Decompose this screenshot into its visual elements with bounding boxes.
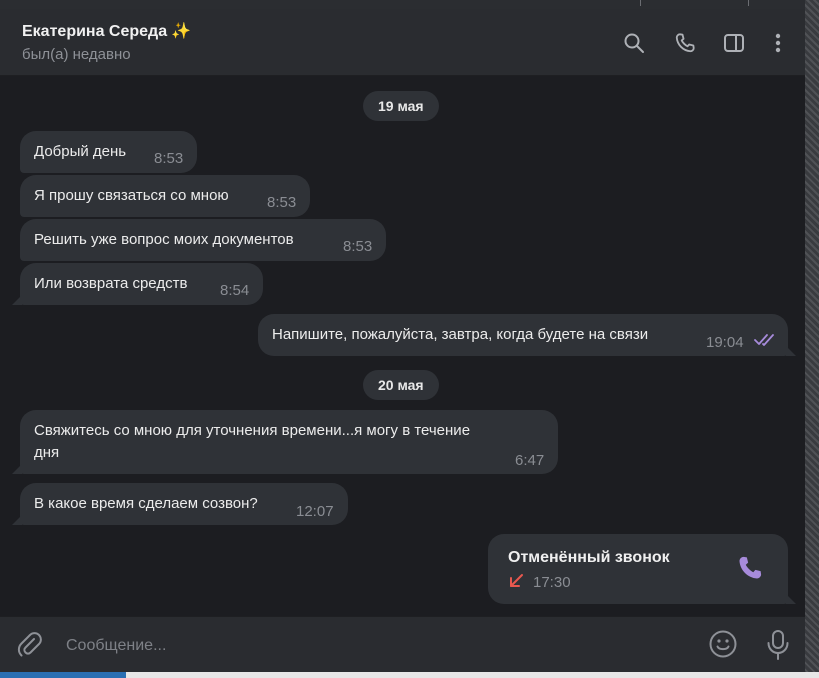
message-text: Добрый день (34, 143, 127, 160)
emoji-button[interactable] (708, 629, 738, 659)
message-text-line: Свяжитесь со мною для уточнения времени.… (34, 422, 471, 439)
message-time: 19:04 (706, 334, 744, 351)
missed-call-arrow-icon (510, 574, 523, 587)
taskbar-highlight (0, 672, 126, 678)
cancelled-call-card[interactable]: Отменённый звонок 17:30 (488, 534, 788, 604)
last-seen-status: был(а) недавно (22, 46, 131, 63)
message-composer (0, 616, 805, 673)
message-time: 6:47 (515, 452, 545, 469)
window-top-edge (0, 0, 805, 9)
message-list[interactable]: 19 мая Добрый день 8:53 Я прошу связатьс… (0, 76, 805, 616)
bubble-tail (12, 515, 22, 525)
message-text: Я прошу связаться со мною (34, 187, 229, 204)
message-text: Решить уже вопрос моих документов (34, 231, 294, 248)
date-separator: 19 мая (363, 91, 439, 121)
bubble-tail (786, 594, 796, 604)
message-bubble-incoming[interactable]: Или возврата средств 8:54 (20, 263, 263, 305)
message-time: 12:07 (296, 503, 334, 520)
date-separator: 20 мая (363, 370, 439, 400)
phone-icon (675, 33, 695, 53)
more-button[interactable] (764, 29, 792, 57)
message-bubble-incoming[interactable]: Я прошу связаться со мною 8:53 (20, 175, 310, 217)
background-texture (805, 0, 819, 678)
call-title: Отменённый звонок (508, 549, 670, 566)
bubble-tail (12, 464, 22, 474)
message-bubble-incoming[interactable]: Решить уже вопрос моих документов 8:53 (20, 219, 386, 261)
message-text-line: дня (34, 444, 60, 461)
sidebar-toggle-icon (724, 34, 744, 52)
chat-title[interactable]: Екатерина Середа ✨ (22, 21, 191, 41)
message-time: 8:54 (220, 282, 250, 299)
microphone-icon (767, 630, 789, 660)
attach-button[interactable] (16, 631, 44, 659)
divider (640, 0, 641, 6)
chat-header[interactable]: Екатерина Середа ✨ был(а) недавно (0, 9, 805, 76)
more-vertical-icon (775, 33, 781, 53)
search-button[interactable] (620, 29, 648, 57)
message-bubble-incoming[interactable]: В какое время сделаем созвон? 12:07 (20, 483, 348, 525)
message-time: 8:53 (154, 150, 184, 167)
call-back-button[interactable] (736, 554, 766, 584)
voice-message-button[interactable] (764, 629, 792, 661)
message-text: В какое время сделаем созвон? (34, 495, 258, 512)
message-time: 8:53 (343, 238, 373, 255)
message-bubble-incoming[interactable]: Добрый день 8:53 (20, 131, 197, 173)
message-text: Или возврата средств (34, 275, 188, 292)
toggle-sidebar-button[interactable] (720, 29, 748, 57)
paperclip-icon (17, 632, 42, 657)
message-time: 8:53 (267, 194, 297, 211)
telegram-window: Екатерина Середа ✨ был(а) недавно 19 мая… (0, 0, 819, 678)
search-icon (624, 33, 644, 53)
message-input[interactable] (64, 631, 668, 661)
message-bubble-outgoing[interactable]: Напишите, пожалуйста, завтра, когда буде… (258, 314, 788, 356)
bubble-tail (786, 346, 796, 356)
phone-icon (739, 556, 762, 579)
message-text: Напишите, пожалуйста, завтра, когда буде… (272, 326, 649, 343)
call-time: 17:30 (533, 574, 571, 591)
sparkle-emoji: ✨ (171, 23, 192, 40)
contact-name: Екатерина Середа (22, 23, 168, 40)
emoji-icon (709, 630, 737, 658)
bubble-tail (12, 295, 22, 305)
call-button[interactable] (671, 29, 699, 57)
taskbar-edge (0, 672, 819, 678)
message-bubble-incoming[interactable]: Свяжитесь со мною для уточнения времени.… (20, 410, 558, 474)
divider (748, 0, 749, 6)
read-checkmarks-icon (754, 334, 774, 346)
